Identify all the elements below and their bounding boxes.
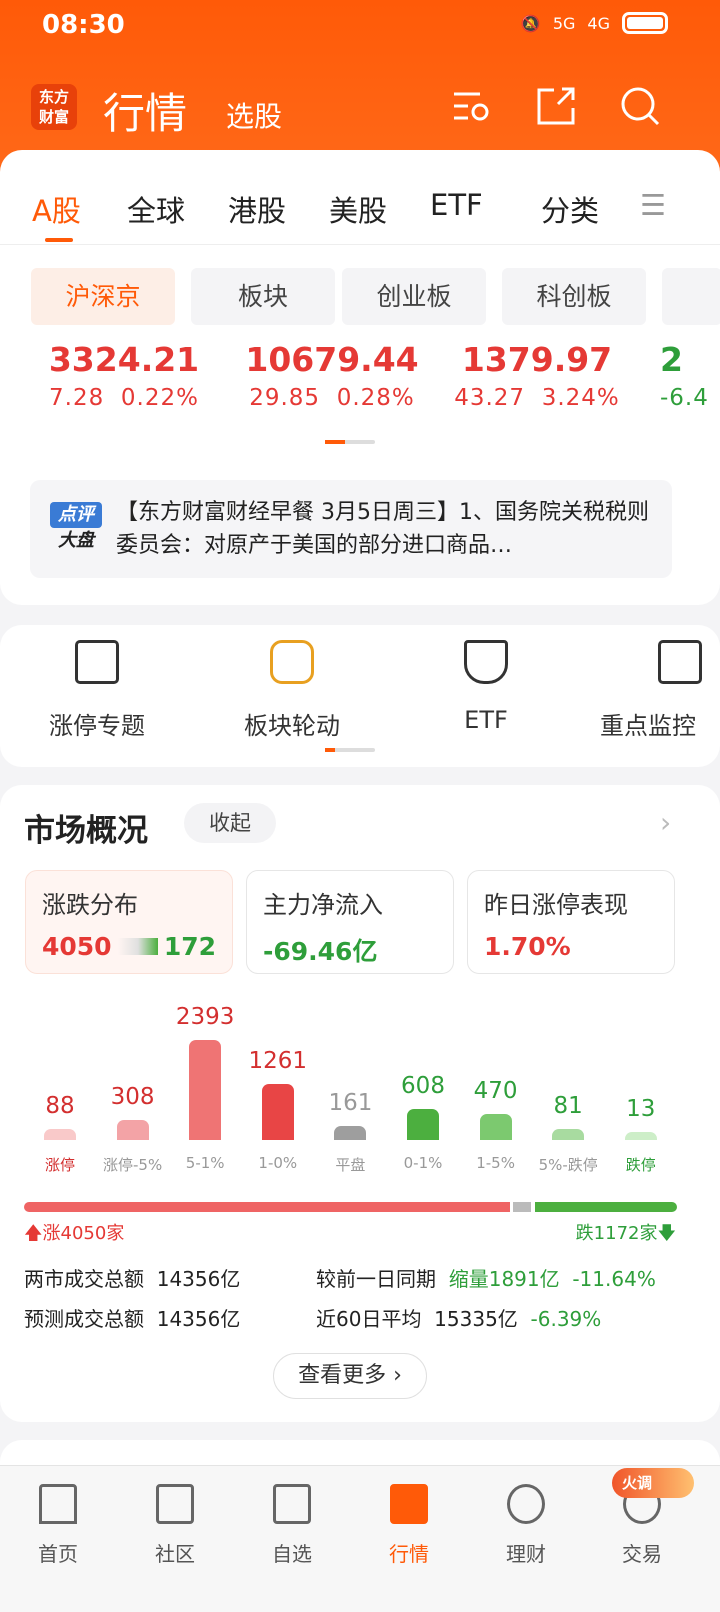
index-item[interactable]: 2 -6.4 [660,340,720,411]
monitor-icon [658,640,702,684]
index-item[interactable]: 10679.44 29.85 0.28% [232,340,432,411]
bar-label: 0-1% [403,1154,443,1172]
tab-us[interactable]: 美股 [329,188,387,230]
chart-icon [390,1484,428,1524]
chat-icon [156,1484,194,1524]
view-more-button[interactable]: 查看更多 › [273,1353,427,1399]
flat-bar [513,1202,531,1212]
stock-picker-link[interactable]: 选股 [226,95,282,135]
bar-value: 13 [626,1095,656,1122]
bar-value: 2393 [175,1004,235,1030]
nav-community[interactable]: 社区 [135,1484,215,1567]
bar-value: 1261 [248,1047,308,1074]
battery-icon [622,12,668,34]
up-total: 🡅涨4050家 [24,1223,125,1244]
tool-etf[interactable]: ETF [411,640,561,734]
page-title: 行情 [103,89,188,138]
limit-up-performance-card[interactable]: 昨日涨停表现 1.70% [467,870,675,974]
limit-up-icon [75,640,119,684]
share-icon[interactable] [536,86,576,126]
collapse-button[interactable]: 收起 [184,803,276,843]
news-text: 【东方财富财经早餐 3月5日周三】1、国务院关税税则委员会：对原产于美国的部分进… [116,500,649,558]
bar [261,1083,294,1140]
down-total: 跌1172家🡇 [575,1223,676,1244]
subtab-sector[interactable]: 板块 [191,268,335,325]
mute-icon: 🔕 [520,13,541,33]
bottom-nav: 首页 社区 自选 行情 理财 交易 火调 [0,1465,720,1612]
up-bar [24,1202,510,1212]
bar-label: 涨停-5% [102,1156,163,1174]
bar-label: 跌停 [625,1156,656,1174]
chevron-right-icon[interactable]: › [660,806,671,839]
nav-wealth[interactable]: 理财 [486,1484,566,1567]
divider [0,244,720,245]
tool-monitor[interactable]: 重点监控 [600,640,720,741]
tab-global[interactable]: 全球 [127,188,185,230]
home-icon [39,1484,77,1524]
stat-row: 近60日平均 15335亿 -6.39% [316,1307,602,1331]
settings-list-icon[interactable] [452,86,492,126]
stat-row: 预测成交总额 14356亿 [24,1307,241,1331]
bar [189,1040,222,1140]
bar-value: 81 [553,1092,583,1119]
search-icon[interactable] [620,86,660,126]
tab-hk[interactable]: 港股 [228,188,286,230]
stat-row: 较前一日同期 缩量1891亿 -11.64% [316,1267,656,1291]
hot-badge: 火调 [612,1468,694,1498]
bar-value: 608 [401,1072,445,1099]
bar-label: 平盘 [335,1156,366,1174]
bar [116,1120,149,1140]
rise-fall-card[interactable]: 涨跌分布 4050 172 [25,870,233,974]
bar [407,1108,439,1140]
tab-category[interactable]: 分类 [541,188,599,230]
index-item[interactable]: 3324.21 7.28 0.22% [24,340,224,411]
news-banner[interactable]: 点评 大盘 【东方财富财经早餐 3月5日周三】1、国务院关税税则委员会：对原产于美… [30,480,672,578]
menu-icon[interactable]: ☰ [640,188,666,222]
subtab-chinext[interactable]: 创业板 [342,268,486,325]
etf-icon [464,640,508,684]
checkbox-icon [273,1484,311,1524]
bar [334,1125,367,1140]
nav-home[interactable]: 首页 [18,1484,98,1567]
tab-a-shares[interactable]: A股 [32,188,81,230]
bar-value: 470 [473,1077,518,1104]
bar-label: 涨停 [44,1156,75,1174]
index-item[interactable]: 1379.97 43.27 3.24% [437,340,637,411]
bar-label: 5%-跌停 [538,1156,598,1174]
stat-row: 两市成交总额 14356亿 [24,1267,241,1291]
subtab-more[interactable] [662,268,720,325]
nav-watchlist[interactable]: 自选 [252,1484,332,1567]
subtab-hushenjing[interactable]: 沪深京 [31,268,175,325]
bar-label: 1-0% [258,1154,298,1172]
bar [479,1113,512,1140]
status-icons: 🔕 5G 4G [521,12,668,34]
tab-etf[interactable]: ETF [430,188,483,222]
pager [325,748,375,752]
news-badge: 点评 大盘 [50,502,102,554]
status-time: 08:30 [42,10,125,40]
app-logo: 东方 财富 [31,84,77,130]
main-inflow-card[interactable]: 主力净流入 -69.46亿 [246,870,454,974]
bar [552,1128,585,1140]
bar-value: 308 [110,1084,155,1111]
market-title: 市场概况 [24,813,148,849]
tab-indicator [45,238,73,242]
bar-value: 88 [45,1092,75,1119]
rotation-icon [270,640,314,684]
bar-label: 5-1% [185,1154,225,1172]
diamond-icon [507,1484,545,1524]
bar [624,1131,657,1140]
bar-value: 161 [328,1089,373,1116]
down-bar [535,1202,677,1212]
pager [325,440,375,444]
bar-label: 1-5% [476,1154,515,1172]
nav-market[interactable]: 行情 [369,1484,449,1567]
subtab-star[interactable]: 科创板 [502,268,646,325]
tool-limit-up[interactable]: 涨停专题 [22,640,172,741]
bar [44,1128,76,1140]
tool-rotation[interactable]: 板块轮动 [217,640,367,741]
